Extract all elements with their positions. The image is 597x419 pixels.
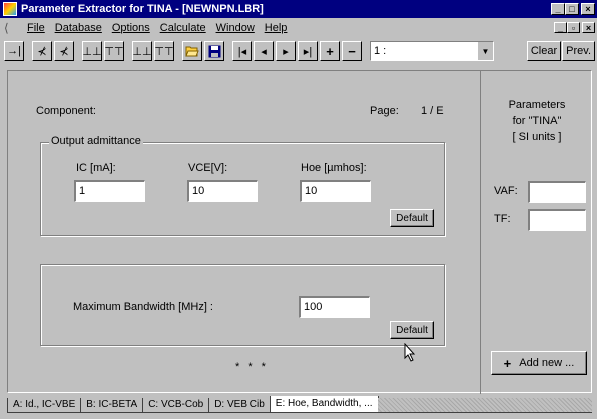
tab-e-hoe-bandwidth[interactable]: E: Hoe, Bandwidth, ...	[269, 396, 379, 413]
pjfet-tool-icon[interactable]: ⊤⊤	[154, 41, 174, 61]
vce-input[interactable]: 10	[187, 180, 258, 202]
app-icon[interactable]	[3, 2, 17, 16]
tab-c-vcb-cob[interactable]: C: VCB-Cob	[142, 398, 210, 413]
add-new-button[interactable]: + Add new ...	[491, 351, 587, 375]
mouse-pointer-icon	[404, 343, 416, 362]
parameters-panel: Parameters for "TINA" [ SI units ] VAF: …	[480, 71, 593, 394]
tf-label: TF:	[494, 213, 511, 225]
stars-separator: * * *	[235, 361, 269, 373]
window-caption-buttons: _ □ ×	[551, 3, 595, 15]
maximize-button[interactable]: □	[565, 3, 579, 15]
bandwidth-default-button[interactable]: Default	[390, 321, 434, 339]
nmos-tool-icon[interactable]: ⊥⊥	[82, 41, 102, 61]
add-new-label: Add new ...	[519, 357, 575, 369]
previous-page-icon[interactable]: ◂	[254, 41, 274, 61]
document-system-icon[interactable]: ⟨	[4, 21, 18, 35]
vaf-input[interactable]	[528, 181, 586, 203]
page-tab-strip: A: Id., IC-VBE B: IC-BETA C: VCB-Cob D: …	[7, 395, 592, 413]
hoe-label: Hoe [µmhos]:	[301, 162, 367, 174]
menu-database[interactable]: Database	[50, 22, 107, 34]
last-page-icon[interactable]: ▸|	[298, 41, 318, 61]
ic-input[interactable]: 1	[74, 180, 145, 202]
tab-a-id-ic-vbe[interactable]: A: Id., IC-VBE	[7, 398, 82, 413]
hoe-input[interactable]: 10	[300, 180, 371, 202]
menu-file[interactable]: File	[22, 22, 50, 34]
tf-input[interactable]	[528, 209, 586, 231]
record-select-value: 1 :	[374, 45, 387, 57]
ic-label: IC [mA]:	[76, 162, 116, 174]
toolbar: →| ⊀ ⊀ ⊥⊥ ⊤⊤ ⊥⊥ ⊤⊤ |◂ ◂ ▸ ▸| + − 1 : ▼ C…	[0, 37, 597, 65]
parameters-heading-line2: for "TINA"	[512, 115, 562, 127]
document-caption-buttons: _ ▫ ×	[554, 22, 595, 33]
npn-transistor-icon[interactable]: ⊀	[32, 41, 52, 61]
vaf-label: VAF:	[494, 185, 518, 197]
pmos-tool-icon[interactable]: ⊤⊤	[104, 41, 124, 61]
next-page-icon[interactable]: ▸	[276, 41, 296, 61]
document-close-button[interactable]: ×	[582, 22, 595, 33]
page-label: Page:	[370, 105, 399, 117]
document-restore-button[interactable]: ▫	[567, 22, 580, 33]
parameters-heading: Parameters for "TINA" [ SI units ]	[481, 97, 593, 145]
clear-button[interactable]: Clear	[526, 41, 562, 61]
parameters-heading-line3: [ SI units ]	[512, 131, 562, 143]
window-title: Parameter Extractor for TINA - [NEWNPN.L…	[21, 3, 264, 15]
max-bandwidth-input[interactable]: 100	[299, 296, 370, 318]
vce-label: VCE[V]:	[188, 162, 228, 174]
minimize-button[interactable]: _	[551, 3, 565, 15]
delete-record-icon[interactable]: −	[342, 41, 362, 61]
prev-button[interactable]: Prev.	[562, 41, 595, 61]
menu-window[interactable]: Window	[211, 22, 260, 34]
diode-tool-icon[interactable]: →|	[4, 41, 24, 61]
add-record-icon[interactable]: +	[320, 41, 340, 61]
menu-bar: ⟨ File Database Options Calculate Window…	[0, 18, 597, 37]
folder-open-icon[interactable]	[182, 41, 202, 61]
parameters-heading-line1: Parameters	[508, 99, 566, 111]
menu-calculate[interactable]: Calculate	[155, 22, 211, 34]
save-icon[interactable]	[204, 41, 224, 61]
component-label: Component:	[36, 105, 96, 117]
tab-strip-filler	[377, 398, 592, 413]
document-minimize-button[interactable]: _	[554, 22, 567, 33]
tab-b-ic-beta[interactable]: B: IC-BETA	[80, 398, 144, 413]
chevron-down-icon[interactable]: ▼	[477, 42, 493, 60]
menu-help[interactable]: Help	[260, 22, 293, 34]
output-default-button[interactable]: Default	[390, 209, 434, 227]
pnp-transistor-icon[interactable]: ⊀	[54, 41, 74, 61]
close-button[interactable]: ×	[581, 3, 595, 15]
page-value: 1 / E	[421, 105, 444, 117]
tab-d-veb-cib[interactable]: D: VEB Cib	[208, 398, 271, 413]
record-select[interactable]: 1 : ▼	[370, 41, 494, 61]
njfet-tool-icon[interactable]: ⊥⊥	[132, 41, 152, 61]
max-bandwidth-label: Maximum Bandwidth [MHz] :	[73, 301, 213, 313]
client-area: Component: Page: 1 / E Output admittance…	[7, 70, 593, 394]
output-admittance-caption: Output admittance	[49, 135, 143, 147]
plus-icon: +	[503, 355, 512, 371]
first-page-icon[interactable]: |◂	[232, 41, 252, 61]
title-bar: Parameter Extractor for TINA - [NEWNPN.L…	[0, 0, 597, 18]
menu-options[interactable]: Options	[107, 22, 155, 34]
